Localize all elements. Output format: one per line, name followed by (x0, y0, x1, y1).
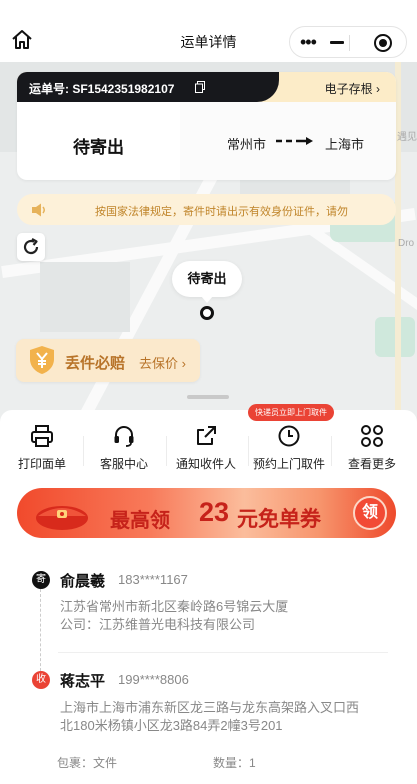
coupon-suffix: 元免单券 (237, 508, 321, 531)
pickup-tooltip: 快递员立即上门取件 (248, 404, 334, 421)
top-navigation: 运单详情 ••• (0, 0, 417, 62)
claim-coupon-button[interactable]: 领 (353, 496, 387, 530)
copy-icon[interactable] (195, 81, 205, 93)
grid-icon (361, 425, 383, 447)
refresh-icon (23, 238, 39, 255)
more-dots-icon[interactable]: ••• (300, 33, 317, 51)
headset-icon (114, 426, 134, 447)
bubble-status-text: 待寄出 (187, 271, 227, 286)
customer-service-button[interactable]: 客服中心 (84, 424, 164, 472)
insurance-banner[interactable]: 丢件必赔 去保价 › (16, 339, 200, 382)
schedule-pickup-label: 预约上门取件 (252, 457, 325, 471)
route-arrow-icon (276, 137, 313, 145)
minimize-icon[interactable] (330, 41, 344, 44)
red-packet-icon (36, 506, 88, 530)
sender-name: 俞晨羲 (60, 573, 106, 590)
target-close-icon[interactable] (374, 34, 392, 52)
receiver-address-line1: 上海市上海市浦东新区龙三路与龙东高架路入叉口西 (60, 700, 360, 715)
coupon-prefix: 最高领 (110, 510, 170, 532)
receiver-name: 蒋志平 (60, 673, 106, 690)
map-status-bubble: 待寄出 (172, 261, 242, 303)
e-receipt-link[interactable]: 电子存根 › (325, 80, 380, 97)
customer-service-label: 客服中心 (99, 457, 148, 471)
refresh-button[interactable] (17, 233, 45, 261)
clock-icon (278, 425, 300, 447)
coupon-banner[interactable]: 最高领 23 元免单券 领 (17, 488, 396, 538)
map-label-1: 遇见 (397, 132, 417, 143)
capsule-divider (349, 35, 350, 51)
divider (58, 652, 388, 653)
sender-phone: 183****1167 (118, 572, 188, 587)
view-more-label: 查看更多 (347, 457, 396, 471)
speaker-icon (32, 203, 45, 217)
map-label-2: Dro (398, 238, 415, 249)
mini-program-capsule: ••• (289, 26, 407, 58)
id-notice-bar[interactable]: 按国家法律规定，寄件时请出示有效身份证件，请勿 (17, 194, 396, 225)
view-more-button[interactable]: 查看更多 (332, 424, 412, 472)
sender-badge: 寄 (32, 571, 50, 589)
package-type: 包裹：文件 (57, 756, 118, 770)
notice-text: 按国家法律规定，寄件时请出示有效身份证件，请勿 (95, 206, 348, 218)
receiver-address-line2: 北180米杨镇小区龙3路84弄2幢3号201 (60, 718, 283, 733)
location-pin-icon (200, 306, 214, 320)
notify-recipient-button[interactable]: 通知收件人 (166, 424, 246, 472)
receiver-badge: 收 (32, 671, 50, 689)
destination-city: 上海市 (325, 137, 365, 152)
insurance-title: 丢件必赔 (65, 355, 126, 372)
insurance-link[interactable]: 去保价 › (139, 353, 186, 372)
package-quantity: 数量：1 (213, 756, 256, 770)
waybill-card: 运单号: SF1542351982107 电子存根 › 待寄出 常州市 上海市 (17, 72, 396, 180)
coupon-amount: 23 (199, 497, 230, 527)
sender-address: 江苏省常州市新北区秦岭路6号锦云大厦 (60, 599, 289, 614)
action-bar: 打印面单 客服中心 通知收件人 预约上门取件 查看更多 (0, 424, 417, 476)
printer-icon (31, 425, 53, 447)
yen-shield-icon (30, 346, 54, 374)
shipment-status: 待寄出 (73, 138, 124, 157)
schedule-pickup-button[interactable]: 预约上门取件 (249, 424, 329, 472)
origin-city: 常州市 (227, 137, 267, 152)
sheet-handle[interactable] (187, 395, 229, 399)
waybill-number: 运单号: SF1542351982107 (29, 82, 175, 96)
print-waybill-label: 打印面单 (17, 457, 66, 471)
print-waybill-button[interactable]: 打印面单 (2, 424, 82, 472)
notify-recipient-label: 通知收件人 (175, 457, 236, 471)
receiver-phone: 199****8806 (118, 672, 189, 687)
address-connector (40, 589, 41, 671)
sender-company: 公司：江苏维普光电科技有限公司 (60, 617, 256, 632)
share-icon (197, 426, 216, 445)
